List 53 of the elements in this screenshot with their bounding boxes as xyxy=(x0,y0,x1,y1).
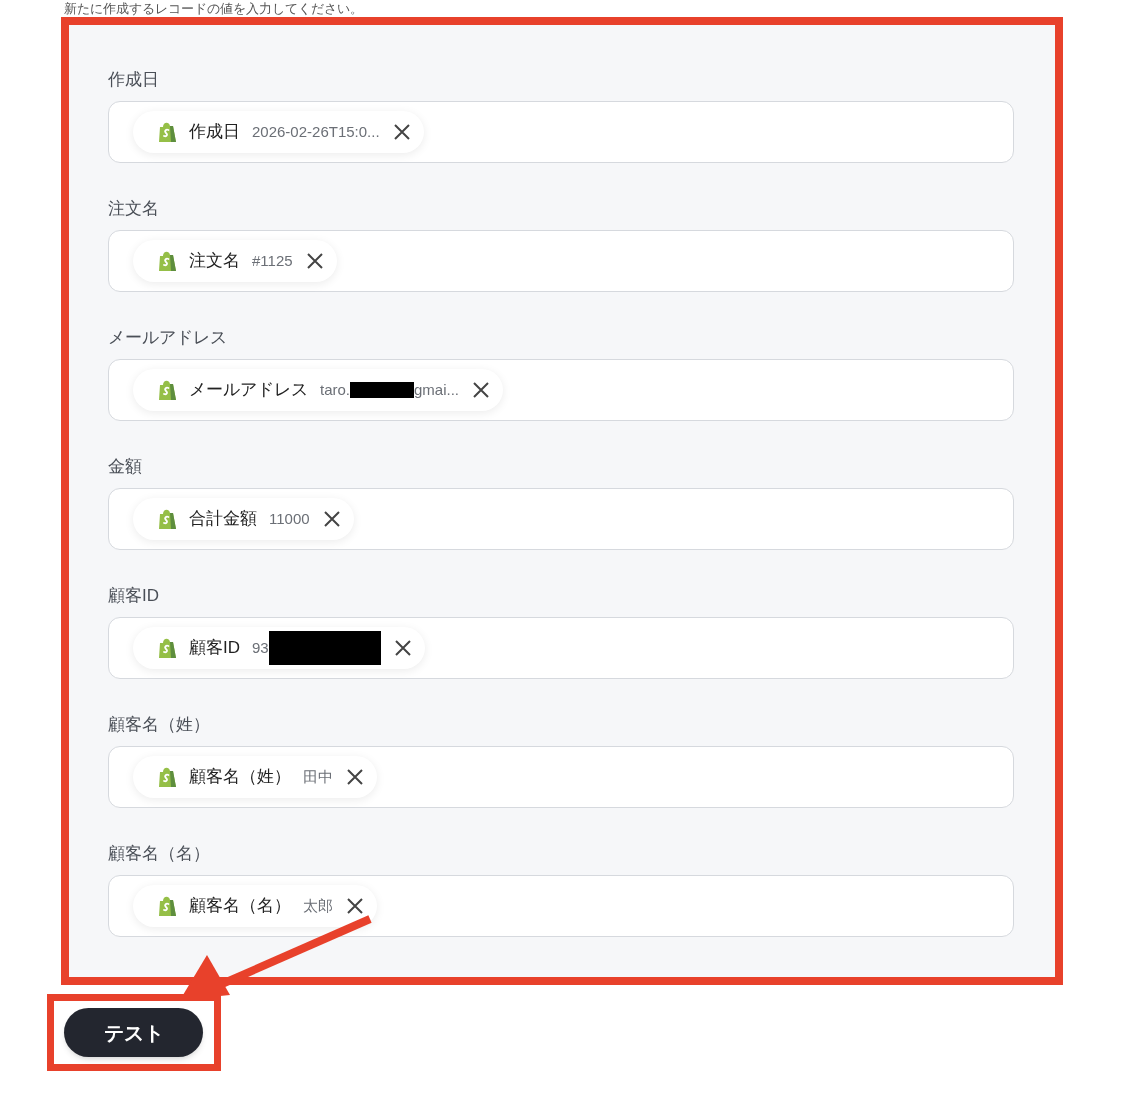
chip-value: #1125 xyxy=(252,250,293,271)
input-field[interactable]: 顧客名（姓） 田中 xyxy=(108,746,1014,808)
shopping-bag-icon xyxy=(157,508,177,530)
close-icon[interactable] xyxy=(345,767,365,787)
close-icon[interactable] xyxy=(391,122,412,142)
chip-value: gmai... xyxy=(414,379,460,400)
close-icon[interactable] xyxy=(304,251,325,271)
shopping-bag-icon xyxy=(157,379,177,401)
chip-label: 合計金額 xyxy=(189,508,257,531)
variable-chip[interactable]: メールアドレス taro. gmai... xyxy=(133,369,504,411)
test-button[interactable]: テスト xyxy=(64,1008,203,1057)
variable-chip[interactable]: 顧客名（名） 太郎 xyxy=(133,885,377,927)
input-field[interactable]: 作成日 2026-02-26T15:0... xyxy=(108,101,1014,163)
chip-label: 顧客名（名） xyxy=(189,895,291,918)
shopping-bag-icon xyxy=(157,121,177,143)
variable-chip[interactable]: 顧客名（姓） 田中 xyxy=(133,756,377,798)
variable-chip[interactable]: 作成日 2026-02-26T15:0... xyxy=(133,111,424,153)
chip-label: 顧客ID xyxy=(189,637,240,660)
shopping-bag-icon xyxy=(157,637,177,659)
chip-value: taro. xyxy=(320,379,350,400)
shopping-bag-icon xyxy=(157,250,177,272)
chip-value: 2026-02-26T15:0... xyxy=(252,121,380,142)
redaction-block xyxy=(350,382,414,398)
input-field[interactable]: 顧客名（名） 太郎 xyxy=(108,875,1014,937)
chip-label: 顧客名（姓） xyxy=(189,766,291,789)
chip-value: 田中 xyxy=(303,766,333,787)
field-label: 注文名 xyxy=(108,198,160,220)
field-label: 顧客ID xyxy=(108,585,160,607)
field-label: メールアドレス xyxy=(108,327,228,349)
input-field[interactable]: メールアドレス taro. gmai... xyxy=(108,359,1014,421)
input-field[interactable]: 注文名 #1125 xyxy=(108,230,1014,292)
field-label: 金額 xyxy=(108,456,143,478)
instruction-text: 新たに作成するレコードの値を入力してください。 xyxy=(64,1,363,17)
chip-value: 太郎 xyxy=(303,895,333,916)
field-label: 作成日 xyxy=(108,69,160,91)
field-label: 顧客名（名） xyxy=(108,843,211,865)
chip-label: 作成日 xyxy=(189,121,240,144)
chip-value: 93 xyxy=(252,637,269,658)
shopping-bag-icon xyxy=(157,895,177,917)
close-icon[interactable] xyxy=(321,509,342,529)
variable-chip[interactable]: 注文名 #1125 xyxy=(133,240,337,282)
variable-chip[interactable]: 顧客ID 93 xyxy=(133,627,425,669)
shopping-bag-icon xyxy=(157,766,177,788)
chip-label: 注文名 xyxy=(189,250,240,273)
input-field[interactable]: 合計金額 11000 xyxy=(108,488,1014,550)
close-icon[interactable] xyxy=(471,380,492,400)
chip-label: メールアドレス xyxy=(189,379,308,402)
chip-value: 11000 xyxy=(269,508,310,529)
input-field[interactable]: 顧客ID 93 xyxy=(108,617,1014,679)
close-icon[interactable] xyxy=(392,638,413,658)
close-icon[interactable] xyxy=(345,896,365,916)
variable-chip[interactable]: 合計金額 11000 xyxy=(133,498,354,540)
field-label: 顧客名（姓） xyxy=(108,714,211,736)
